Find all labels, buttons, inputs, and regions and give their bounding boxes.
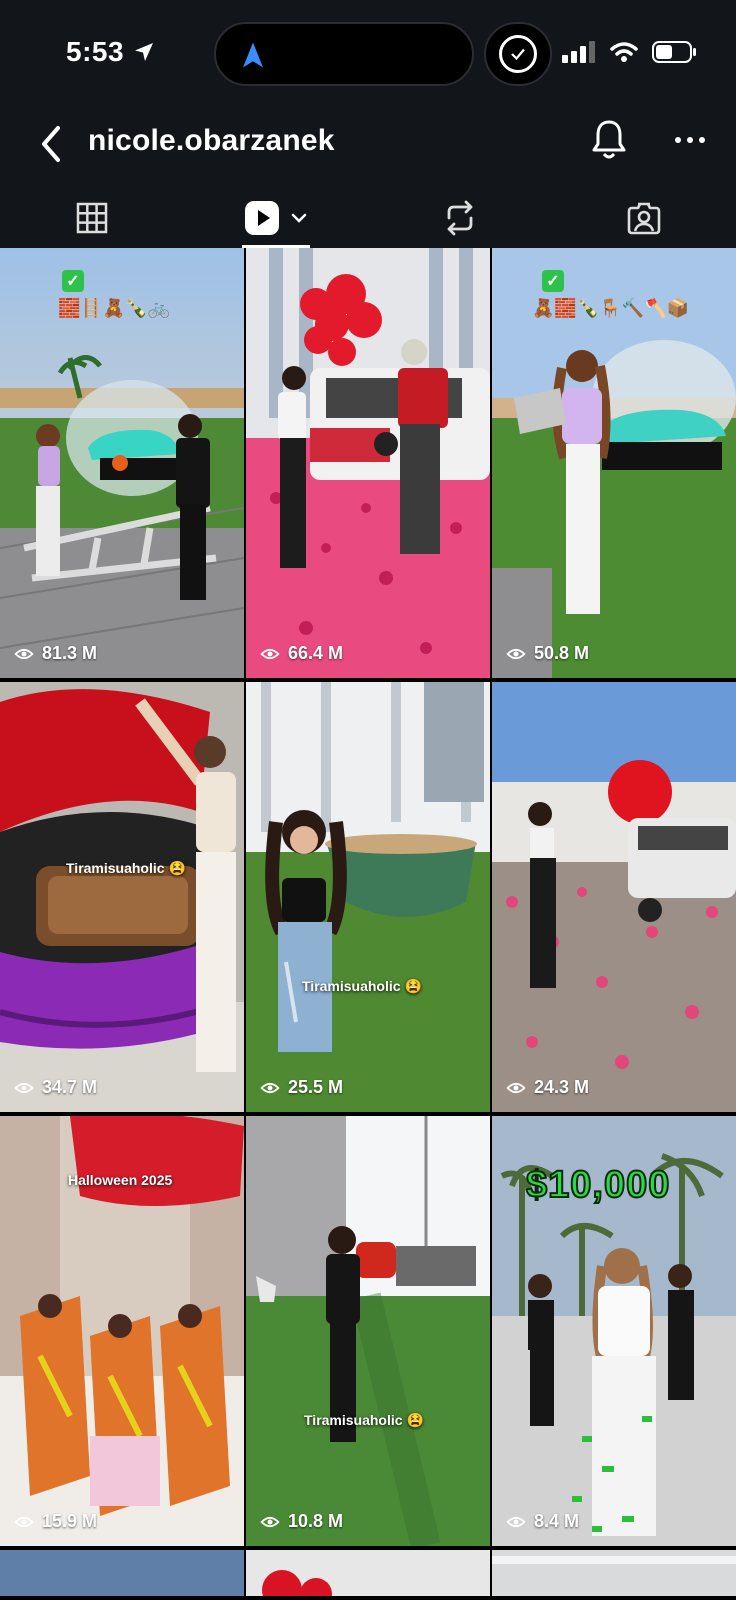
- view-count: 81.3 M: [14, 643, 97, 664]
- view-count-text: 24.3 M: [534, 1077, 590, 1097]
- reel-thumbnail: [246, 1116, 490, 1546]
- check-mark-emoji: ✓: [62, 270, 84, 292]
- eye-icon: [260, 648, 280, 659]
- signal-icon: [562, 41, 595, 63]
- view-count: 8.4 M: [506, 1511, 579, 1532]
- profile-username: nicole.obarzanek: [88, 124, 335, 157]
- activity-check-indicator: [484, 22, 552, 86]
- eye-icon: [506, 648, 526, 659]
- video-caption: Tiramisuaholic 😫: [304, 1412, 424, 1428]
- system-icons: [562, 40, 698, 64]
- reel-tile[interactable]: ✓ 🧸🧱🍾🪑🔨🪓📦 50.8 M: [492, 248, 736, 678]
- view-count-text: 25.5 M: [288, 1077, 344, 1097]
- back-arrow-icon[interactable]: [34, 122, 70, 166]
- view-count: 66.4 M: [260, 643, 343, 664]
- reel-tile[interactable]: Tiramisuaholic 😫 34.7 M: [0, 682, 244, 1112]
- tab-tagged[interactable]: [552, 188, 736, 248]
- status-time: 5:53: [66, 36, 156, 68]
- battery-icon: [652, 41, 696, 63]
- price-overlay: $10,000: [525, 1163, 671, 1207]
- view-count: 34.7 M: [14, 1077, 97, 1098]
- eye-icon: [506, 1082, 526, 1093]
- emoji-list: 🧱🪜🧸🍾🚲: [58, 298, 171, 318]
- navigation-arrow-icon: [243, 42, 263, 68]
- view-count-text: 34.7 M: [42, 1077, 98, 1097]
- reel-tile[interactable]: $10,000 8.4 M: [492, 1116, 736, 1546]
- reel-tile-partial[interactable]: [246, 1550, 490, 1596]
- reel-thumbnail: [492, 682, 736, 1112]
- repost-icon: [447, 200, 473, 236]
- view-count-text: 15.9 M: [42, 1511, 98, 1531]
- tagged-person-icon: [627, 202, 661, 235]
- tab-grid[interactable]: [0, 188, 184, 248]
- reel-tile-partial[interactable]: [492, 1550, 736, 1596]
- view-count-text: 10.8 M: [288, 1511, 344, 1531]
- time-text: 5:53: [66, 36, 125, 67]
- dynamic-island: [214, 22, 474, 86]
- eye-icon: [506, 1516, 526, 1527]
- view-count: 24.3 M: [506, 1077, 589, 1098]
- profile-tabs: [0, 188, 736, 248]
- grid-icon: [76, 202, 108, 234]
- view-count: 50.8 M: [506, 643, 589, 664]
- video-caption: Tiramisuaholic 😫: [302, 978, 422, 994]
- reel-tile-partial[interactable]: [0, 1550, 244, 1596]
- reel-thumbnail: [492, 1556, 736, 1564]
- video-caption: Halloween 2025: [68, 1172, 173, 1188]
- status-bar: 5:53: [0, 0, 736, 108]
- reel-thumbnail: [246, 682, 490, 1112]
- reel-tile[interactable]: 66.4 M: [246, 248, 490, 678]
- view-count: 10.8 M: [260, 1511, 343, 1532]
- eye-icon: [260, 1082, 280, 1093]
- tab-reposts[interactable]: [368, 188, 552, 248]
- view-count-text: 66.4 M: [288, 643, 344, 663]
- eye-icon: [260, 1516, 280, 1527]
- chevron-down-icon: [291, 213, 307, 223]
- view-count: 15.9 M: [14, 1511, 97, 1532]
- location-arrow-icon: [135, 43, 154, 61]
- tab-reels[interactable]: [184, 188, 368, 248]
- reel-tile[interactable]: Halloween 2025 15.9 M: [0, 1116, 244, 1546]
- reel-tile[interactable]: Tiramisuaholic 😫 25.5 M: [246, 682, 490, 1112]
- eye-icon: [14, 648, 34, 659]
- more-options-icon[interactable]: [672, 122, 708, 158]
- reel-thumbnail: [246, 248, 490, 678]
- reel-thumbnail: [0, 682, 244, 1112]
- view-count-text: 8.4 M: [534, 1511, 580, 1531]
- emoji-list: 🧸🧱🍾🪑🔨🪓📦: [532, 298, 689, 318]
- notification-bell-icon[interactable]: [590, 118, 628, 162]
- view-count-text: 81.3 M: [42, 643, 98, 663]
- check-mark-emoji: ✓: [542, 270, 564, 292]
- eye-icon: [14, 1516, 34, 1527]
- video-caption: Tiramisuaholic 😫: [66, 860, 186, 876]
- reels-grid: ✓ 🧱🪜🧸🍾🚲 81.3 M 66.4 M ✓ 🧸🧱🍾🪑🔨🪓📦 50.8 M T…: [0, 248, 736, 1596]
- reels-play-icon: [245, 201, 279, 235]
- check-circle-icon: [499, 35, 537, 73]
- view-count-text: 50.8 M: [534, 643, 590, 663]
- reel-tile[interactable]: ✓ 🧱🪜🧸🍾🚲 81.3 M: [0, 248, 244, 678]
- reel-tile[interactable]: 24.3 M: [492, 682, 736, 1112]
- profile-header: nicole.obarzanek: [0, 108, 736, 248]
- reel-thumbnail: [262, 1570, 332, 1596]
- view-count: 25.5 M: [260, 1077, 343, 1098]
- eye-icon: [14, 1082, 34, 1093]
- reel-tile[interactable]: Tiramisuaholic 😫 10.8 M: [246, 1116, 490, 1546]
- wifi-icon: [610, 42, 638, 62]
